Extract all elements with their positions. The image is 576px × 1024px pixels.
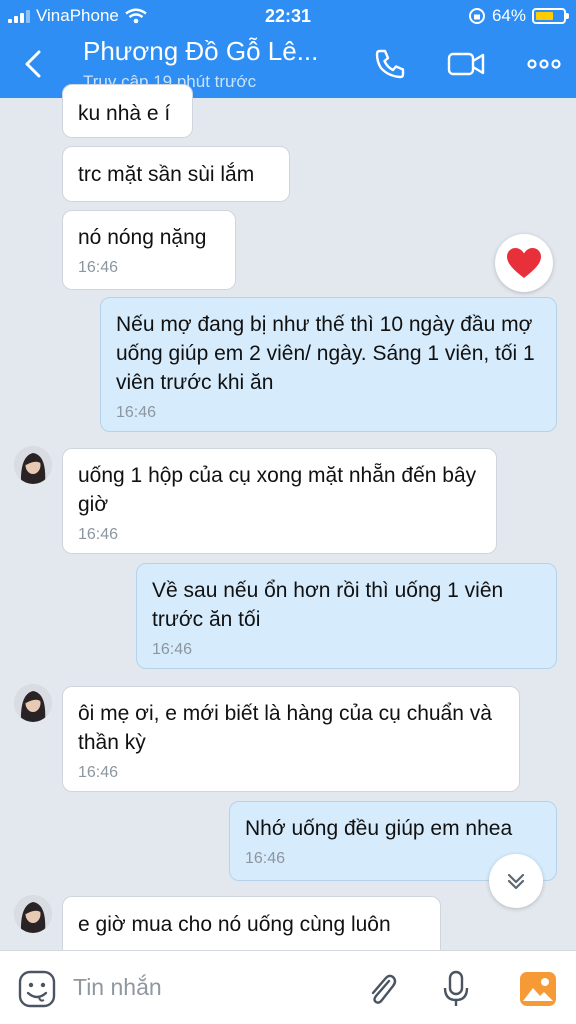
avatar[interactable]	[14, 895, 52, 933]
battery-icon	[532, 8, 569, 24]
attachment-icon[interactable]	[362, 969, 402, 1009]
sticker-icon[interactable]	[17, 969, 57, 1009]
status-right: 64%	[468, 6, 569, 26]
message-text: Nhớ uống đều giúp em nhea	[245, 817, 513, 840]
video-call-icon[interactable]	[446, 46, 486, 82]
message-text: ôi mẹ ơi, e mới biết là hàng của cụ chuẩ…	[78, 702, 492, 754]
message-received[interactable]: ku nhà e í	[62, 84, 193, 138]
message-text: nó nóng nặng	[78, 226, 207, 249]
message-text: e giờ mua cho nó uống cùng luôn	[78, 913, 391, 936]
message-received[interactable]: nó nóng nặng 16:46	[62, 210, 236, 290]
message-received[interactable]: trc mặt sần sùi lắm	[62, 146, 290, 202]
message-time: 16:46	[116, 404, 157, 421]
message-input[interactable]: Tin nhắn	[73, 974, 162, 1001]
message-time: 16:46	[152, 641, 193, 658]
message-sent[interactable]: Nếu mợ đang bị như thế thì 10 ngày đầu m…	[100, 297, 557, 432]
scroll-down-button[interactable]	[489, 854, 543, 908]
message-text: Nếu mợ đang bị như thế thì 10 ngày đầu m…	[116, 313, 535, 394]
back-icon[interactable]	[16, 46, 52, 82]
contact-name[interactable]: Phương Đồ Gỗ Lê...	[83, 36, 353, 67]
message-text: ku nhà e í	[78, 102, 171, 125]
heart-icon	[507, 248, 541, 278]
message-time: 16:46	[78, 259, 119, 276]
phone-icon[interactable]	[370, 46, 410, 82]
battery-percent: 64%	[491, 6, 526, 25]
message-time: 16:46	[78, 526, 119, 543]
more-icon[interactable]	[524, 46, 564, 82]
message-text: trc mặt sần sùi lắm	[78, 163, 255, 186]
message-received[interactable]: uống 1 hộp của cụ xong mặt nhẵn đến bây …	[62, 448, 497, 554]
message-text: Về sau nếu ổn hơn rồi thì uống 1 viên tr…	[152, 579, 504, 631]
orientation-lock-icon	[468, 8, 485, 24]
chevron-down-icon	[507, 873, 525, 890]
message-input-bar: Tin nhắn	[0, 950, 576, 1024]
reaction-button[interactable]	[495, 234, 553, 292]
message-sent[interactable]: Về sau nếu ổn hơn rồi thì uống 1 viên tr…	[136, 563, 557, 669]
avatar[interactable]	[14, 684, 52, 722]
avatar[interactable]	[14, 446, 52, 484]
message-time: 16:46	[78, 764, 119, 781]
message-received[interactable]: ôi mẹ ơi, e mới biết là hàng của cụ chuẩ…	[62, 686, 520, 792]
message-text: uống 1 hộp của cụ xong mặt nhẵn đến bây …	[78, 464, 477, 516]
image-icon[interactable]	[518, 969, 558, 1009]
status-bar: VinaPhone 22:31 64%	[0, 0, 576, 32]
microphone-icon[interactable]	[436, 969, 476, 1009]
